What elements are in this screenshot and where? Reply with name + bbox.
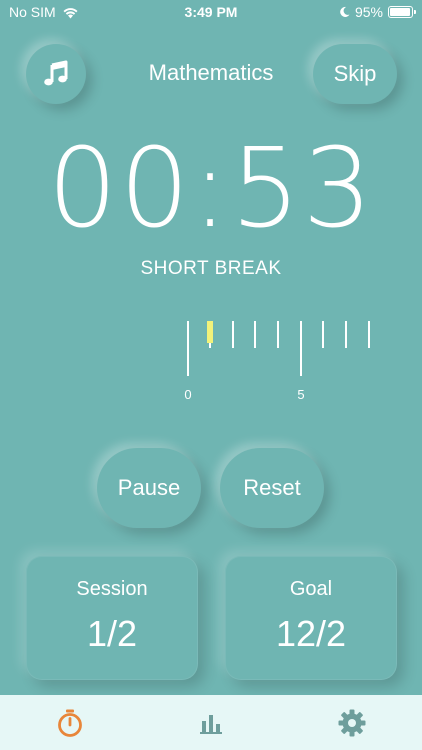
tab-timer[interactable]	[0, 695, 141, 750]
ruler-current-marker[interactable]	[207, 321, 213, 343]
status-right: 95%	[339, 4, 416, 20]
battery-fill	[390, 8, 410, 16]
ruler-label-0: 0	[184, 387, 191, 402]
tab-statistics[interactable]	[141, 695, 282, 750]
goal-card: Goal 12/2	[225, 556, 397, 680]
battery-icon	[388, 6, 416, 18]
session-card: Session 1/2	[26, 556, 198, 680]
session-value: 1/2	[86, 612, 138, 654]
music-note-icon	[44, 60, 68, 86]
tab-bar	[0, 695, 422, 750]
timer-icon	[58, 709, 83, 737]
subject-title: Mathematics	[148, 60, 274, 85]
moon-icon	[340, 6, 350, 17]
gear-icon	[338, 709, 366, 736]
ruler-label-5: 5	[297, 387, 304, 402]
goal-label: Goal	[289, 577, 333, 600]
time-ruler[interactable]: 0 5	[0, 316, 422, 406]
reset-button[interactable]: Reset	[220, 448, 324, 528]
timer-mode-label: SHORT BREAK	[140, 258, 282, 279]
tab-settings[interactable]	[281, 695, 422, 750]
goal-value: 12/2	[275, 612, 347, 654]
music-button[interactable]	[26, 44, 86, 104]
pause-button[interactable]: Pause	[97, 448, 201, 528]
session-label: Session	[76, 577, 148, 600]
bar-chart-icon	[200, 714, 222, 734]
battery-percent: 95%	[354, 4, 383, 20]
timer-display: 00:53	[47, 124, 375, 252]
skip-button[interactable]: Skip	[313, 44, 397, 104]
status-bar: No SIM 3:49 PM 95%	[0, 0, 422, 26]
